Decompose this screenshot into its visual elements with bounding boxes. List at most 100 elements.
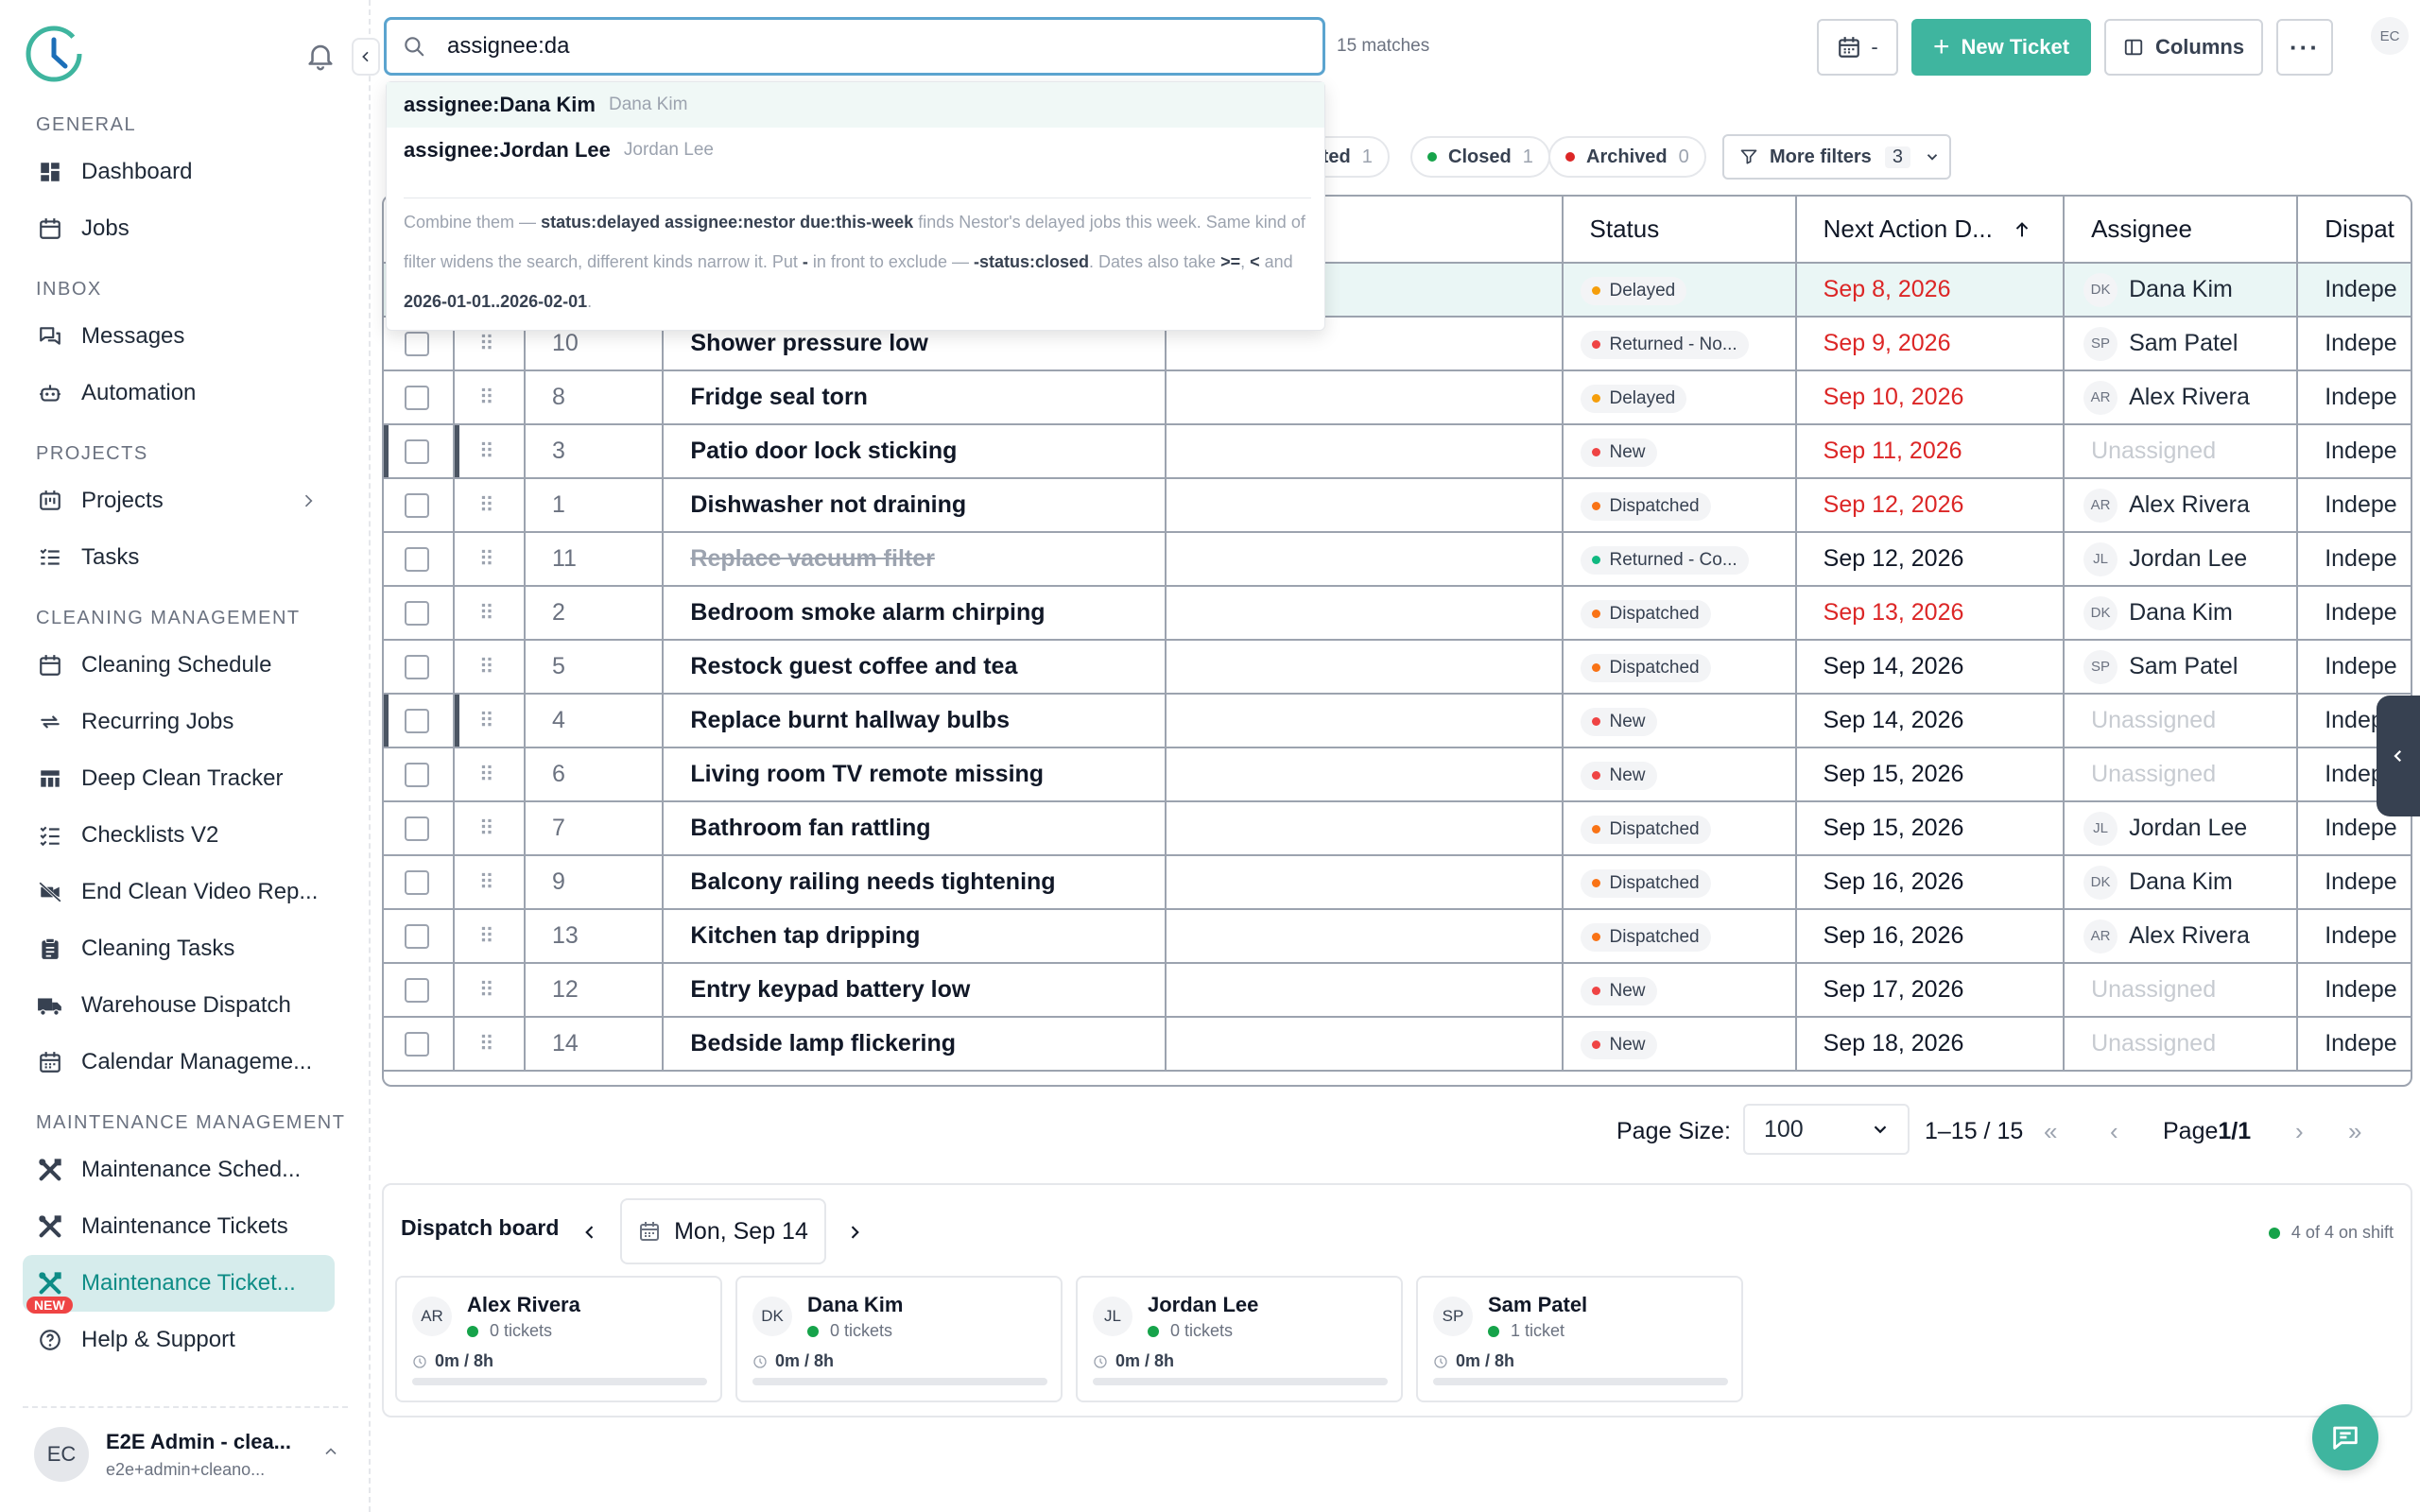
row-status-cell[interactable]: Dispatched <box>1562 640 1797 695</box>
search-input[interactable] <box>447 33 1298 60</box>
user-avatar[interactable]: EC <box>2371 17 2409 55</box>
drag-handle-icon[interactable]: ⠿ <box>479 924 494 948</box>
row-date-cell[interactable]: Sep 14, 2026 <box>1795 640 2066 695</box>
row-title-cell[interactable]: Balcony railing needs tightening <box>663 855 1167 910</box>
row-date-cell[interactable]: Sep 15, 2026 <box>1795 801 2066 856</box>
row-title-cell[interactable]: Kitchen tap dripping <box>663 909 1167 964</box>
filter-chip-closed[interactable]: Closed 1 <box>1410 136 1550 178</box>
row-dispatch-cell[interactable]: Indepe <box>2297 909 2411 964</box>
row-date-cell[interactable]: Sep 8, 2026 <box>1795 263 2066 318</box>
table-row[interactable]: ⠿ 12 Entry keypad battery low New Sep 17, 20… <box>384 963 2411 1018</box>
col-dispatch[interactable]: Dispat <box>2297 197 2411 264</box>
row-status-cell[interactable]: New <box>1562 963 1797 1018</box>
row-title-cell[interactable]: Dishwasher not draining <box>663 478 1167 533</box>
bell-icon[interactable] <box>304 40 337 72</box>
row-assignee-cell[interactable]: AR Alex Rivera <box>2064 909 2299 964</box>
row-status-cell[interactable]: New <box>1562 694 1797 748</box>
row-assignee-cell[interactable]: Unassigned <box>2064 963 2299 1018</box>
next-page-icon[interactable]: › <box>2295 1104 2304 1159</box>
drag-handle-icon[interactable]: ⠿ <box>479 709 494 732</box>
more-options-button[interactable]: ··· <box>2276 19 2333 76</box>
table-row[interactable]: ⠿ 4 Replace burnt hallway bulbs New Sep 14, … <box>384 694 2411 748</box>
sidebar-item-warehouse-dispatch[interactable]: Warehouse Dispatch <box>0 977 371 1034</box>
sidebar-item-cleaning-schedule[interactable]: Cleaning Schedule <box>0 637 371 694</box>
row-assignee-cell[interactable]: DK Dana Kim <box>2064 855 2299 910</box>
user-menu[interactable]: EC E2E Admin - clea... e2e+admin+cleano.… <box>23 1406 348 1501</box>
row-date-cell[interactable]: Sep 9, 2026 <box>1795 317 2066 371</box>
row-assignee-cell[interactable]: Unassigned <box>2064 747 2299 802</box>
sidebar-item-jobs[interactable]: Jobs <box>0 200 371 257</box>
row-status-cell[interactable]: New <box>1562 747 1797 802</box>
row-description-cell[interactable] <box>1166 370 1564 425</box>
sidebar-item-projects[interactable]: Projects <box>0 472 371 529</box>
table-row[interactable]: ⠿ 7 Bathroom fan rattling Dispatched Sep 15,… <box>384 801 2411 856</box>
chevron-up-icon[interactable] <box>321 1442 340 1461</box>
side-panel-toggle[interactable] <box>2377 696 2420 816</box>
page-size-select[interactable]: 100 <box>1743 1104 1910 1155</box>
columns-button[interactable]: Columns <box>2104 19 2263 76</box>
col-status[interactable]: Status <box>1562 197 1797 264</box>
row-description-cell[interactable] <box>1166 586 1564 641</box>
drag-handle-icon[interactable]: ⠿ <box>479 655 494 679</box>
prev-day-icon[interactable] <box>580 1223 599 1242</box>
technician-card[interactable]: SP Sam Patel 1 ticket 0m / 8h <box>1416 1276 1743 1402</box>
table-row[interactable]: ⠿ 9 Balcony railing needs tightening Dispat… <box>384 855 2411 910</box>
row-assignee-cell[interactable]: SP Sam Patel <box>2064 640 2299 695</box>
row-checkbox[interactable] <box>405 977 429 1003</box>
row-dispatch-cell[interactable]: Indepe <box>2297 855 2411 910</box>
row-title-cell[interactable]: Bedside lamp flickering <box>663 1017 1167 1072</box>
drag-handle-icon[interactable]: ⠿ <box>479 978 494 1002</box>
sidebar-item-checklists[interactable]: Checklists V2 <box>0 807 371 864</box>
drag-handle-icon[interactable]: ⠿ <box>479 601 494 625</box>
row-status-cell[interactable]: Dispatched <box>1562 855 1797 910</box>
technician-card[interactable]: DK Dana Kim 0 tickets 0m / 8h <box>735 1276 1063 1402</box>
sidebar-item-dashboard[interactable]: Dashboard <box>0 144 371 200</box>
row-dispatch-cell[interactable]: Indepe <box>2297 640 2411 695</box>
sidebar-item-deep-clean-tracker[interactable]: Deep Clean Tracker <box>0 750 371 807</box>
row-checkbox[interactable] <box>405 708 429 733</box>
row-checkbox[interactable] <box>405 600 429 626</box>
row-dispatch-cell[interactable]: Indepe <box>2297 532 2411 587</box>
table-row[interactable]: ⠿ 2 Bedroom smoke alarm chirping Dispatched… <box>384 586 2411 641</box>
row-title-cell[interactable]: Replace burnt hallway bulbs <box>663 694 1167 748</box>
chat-button[interactable] <box>2312 1404 2378 1470</box>
table-row[interactable]: ⠿ 8 Fridge seal torn Delayed Sep 10, 2026 AR A… <box>384 370 2411 425</box>
col-assignee[interactable]: Assignee <box>2064 197 2299 264</box>
drag-handle-icon[interactable]: ⠿ <box>479 493 494 517</box>
row-description-cell[interactable] <box>1166 855 1564 910</box>
more-filters-button[interactable]: More filters 3 <box>1722 134 1951 180</box>
row-assignee-cell[interactable]: SP Sam Patel <box>2064 317 2299 371</box>
row-dispatch-cell[interactable]: Indepe <box>2297 370 2411 425</box>
row-dispatch-cell[interactable]: Indepe <box>2297 317 2411 371</box>
row-checkbox[interactable] <box>405 1031 429 1057</box>
drag-handle-icon[interactable]: ⠿ <box>479 332 494 355</box>
prev-page-icon[interactable]: ‹ <box>2110 1104 2118 1159</box>
row-description-cell[interactable] <box>1166 747 1564 802</box>
row-description-cell[interactable] <box>1166 478 1564 533</box>
app-logo-icon[interactable] <box>23 21 89 87</box>
row-status-cell[interactable]: Dispatched <box>1562 801 1797 856</box>
row-dispatch-cell[interactable]: Indepe <box>2297 478 2411 533</box>
row-assignee-cell[interactable]: JL Jordan Lee <box>2064 801 2299 856</box>
drag-handle-icon[interactable]: ⠿ <box>479 1032 494 1056</box>
drag-handle-icon[interactable]: ⠿ <box>479 439 494 463</box>
sidebar-item-help[interactable]: Help & Support <box>0 1312 371 1368</box>
row-title-cell[interactable]: Patio door lock sticking <box>663 424 1167 479</box>
row-date-cell[interactable]: Sep 14, 2026 <box>1795 694 2066 748</box>
chevron-right-icon[interactable] <box>299 491 318 510</box>
table-row[interactable]: ⠿ 14 Bedside lamp flickering New Sep 18, 202… <box>384 1017 2411 1072</box>
table-row[interactable]: ⠿ 3 Patio door lock sticking New Sep 11, 202… <box>384 424 2411 479</box>
table-row[interactable]: ⠿ 5 Restock guest coffee and tea Dispatched… <box>384 640 2411 695</box>
row-checkbox[interactable] <box>405 869 429 895</box>
row-assignee-cell[interactable]: Unassigned <box>2064 1017 2299 1072</box>
row-description-cell[interactable] <box>1166 694 1564 748</box>
row-checkbox[interactable] <box>405 923 429 949</box>
collapse-sidebar-button[interactable] <box>352 38 380 76</box>
row-title-cell[interactable]: Living room TV remote missing <box>663 747 1167 802</box>
date-filter-button[interactable]: - <box>1817 19 1898 76</box>
sidebar-item-maintenance-tickets[interactable]: Maintenance Tickets <box>0 1198 371 1255</box>
sidebar-item-cleaning-tasks[interactable]: Cleaning Tasks <box>0 920 371 977</box>
search-bar[interactable] <box>384 17 1325 76</box>
row-description-cell[interactable] <box>1166 963 1564 1018</box>
row-title-cell[interactable]: Bathroom fan rattling <box>663 801 1167 856</box>
